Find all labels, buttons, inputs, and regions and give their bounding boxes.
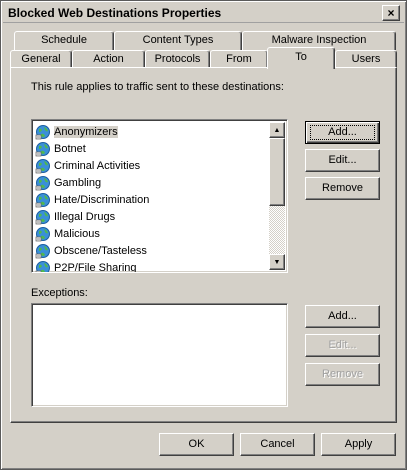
network-globe-icon (35, 226, 51, 242)
list-item[interactable]: Obscene/Tasteless (35, 242, 267, 259)
close-icon: × (387, 6, 395, 20)
window-title: Blocked Web Destinations Properties (8, 6, 222, 20)
add-destination-button[interactable]: Add... (305, 121, 380, 144)
scroll-thumb[interactable] (269, 138, 285, 206)
cancel-button[interactable]: Cancel (240, 433, 315, 456)
network-globe-icon (35, 260, 51, 272)
edit-destination-button[interactable]: Edit... (305, 149, 380, 172)
destinations-scrollbar[interactable]: ▲ ▼ (269, 122, 285, 270)
to-tab-panel: This rule applies to traffic sent to the… (10, 67, 397, 423)
properties-dialog: Blocked Web Destinations Properties × Sc… (0, 0, 407, 470)
edit-exception-button[interactable]: Edit... (305, 334, 380, 357)
scroll-up-arrow-icon[interactable]: ▲ (269, 122, 285, 138)
network-globe-icon (35, 209, 51, 225)
title-bar: Blocked Web Destinations Properties × (3, 3, 404, 23)
exceptions-label: Exceptions: (31, 287, 88, 299)
list-item[interactable]: Illegal Drugs (35, 208, 267, 225)
list-item-label: Criminal Activities (54, 159, 141, 172)
list-item-label: Illegal Drugs (54, 210, 116, 223)
list-item[interactable]: Botnet (35, 140, 267, 157)
list-item-label: P2P/File Sharing (54, 261, 137, 273)
network-globe-icon (35, 124, 51, 140)
list-item[interactable]: Criminal Activities (35, 157, 267, 174)
close-button[interactable]: × (382, 5, 400, 21)
list-item-label: Gambling (54, 176, 102, 189)
network-globe-icon (35, 192, 51, 208)
intro-text: This rule applies to traffic sent to the… (31, 81, 284, 93)
list-item-label: Botnet (54, 142, 86, 155)
destinations-list[interactable]: Anonymizers Botnet Criminal Activities Gamb… (31, 119, 288, 273)
network-globe-icon (35, 175, 51, 191)
list-item-label: Obscene/Tasteless (54, 244, 147, 257)
tab-content-types[interactable]: Content Types (114, 31, 242, 50)
ok-button[interactable]: OK (159, 433, 234, 456)
network-globe-icon (35, 243, 51, 259)
list-item-label: Anonymizers (54, 125, 118, 138)
list-item-label: Hate/Discrimination (54, 193, 150, 206)
network-globe-icon (35, 141, 51, 157)
list-item[interactable]: P2P/File Sharing (35, 259, 267, 273)
list-item[interactable]: Anonymizers (35, 123, 267, 140)
network-globe-icon (35, 158, 51, 174)
list-item[interactable]: Malicious (35, 225, 267, 242)
exceptions-list[interactable] (31, 303, 288, 407)
focus-ring (310, 125, 375, 140)
remove-destination-button[interactable]: Remove (305, 177, 380, 200)
add-exception-button[interactable]: Add... (305, 305, 380, 328)
tab-schedule[interactable]: Schedule (14, 31, 114, 50)
list-item[interactable]: Gambling (35, 174, 267, 191)
scroll-down-arrow-icon[interactable]: ▼ (269, 254, 285, 270)
remove-exception-button[interactable]: Remove (305, 363, 380, 386)
list-item-label: Malicious (54, 227, 100, 240)
apply-button[interactable]: Apply (321, 433, 396, 456)
list-item[interactable]: Hate/Discrimination (35, 191, 267, 208)
tab-to[interactable]: To (267, 47, 335, 69)
